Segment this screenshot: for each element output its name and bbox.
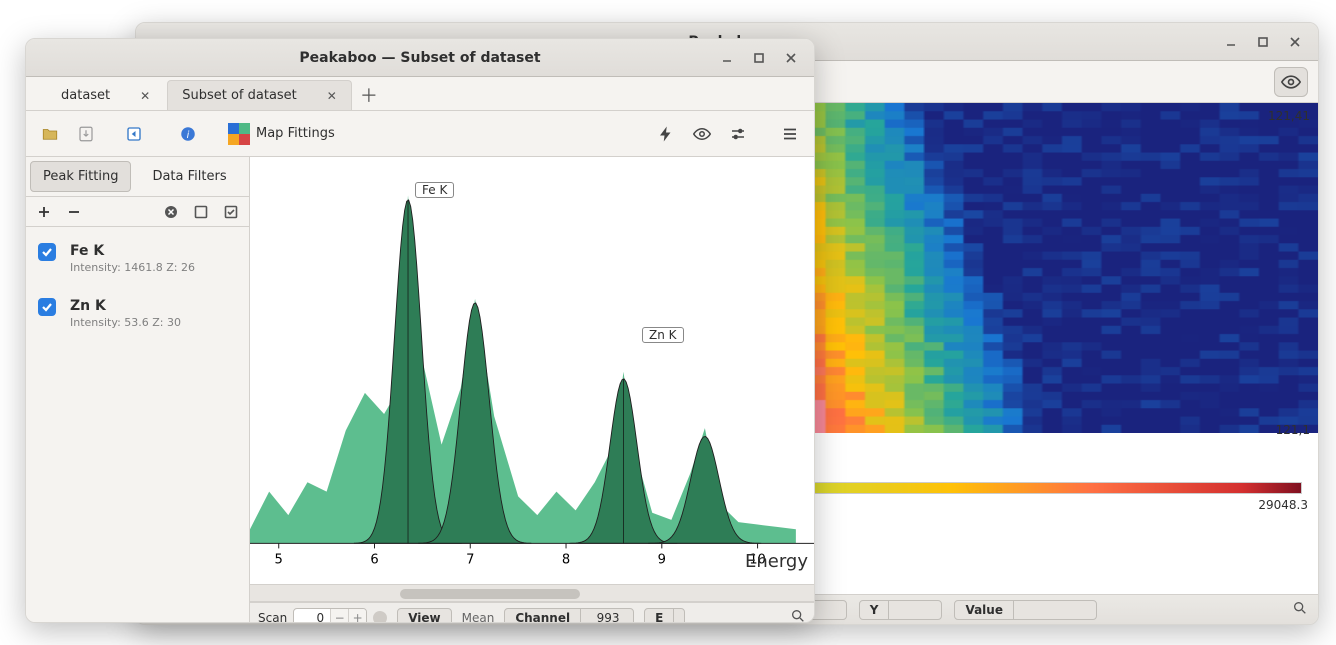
- svg-text:7: 7: [466, 553, 474, 568]
- info-button[interactable]: i: [174, 120, 202, 148]
- search-icon[interactable]: [1292, 600, 1308, 620]
- element-name: Fe K: [70, 243, 195, 259]
- peak-label-fe: Fe K: [415, 182, 454, 198]
- element-meta: Intensity: 53.6 Z: 30: [70, 316, 181, 329]
- eye-icon[interactable]: [688, 120, 716, 148]
- close-icon[interactable]: ✕: [327, 89, 337, 103]
- horizontal-scrollbar[interactable]: [250, 584, 814, 602]
- view-mode-pill[interactable]: View: [397, 608, 451, 623]
- close-button[interactable]: [1286, 33, 1304, 51]
- maximize-button[interactable]: [1254, 33, 1272, 51]
- status-value: Value: [954, 600, 1097, 620]
- x-axis-label: Energy: [745, 551, 808, 572]
- add-tab-button[interactable]: ＋: [354, 80, 384, 110]
- sidebar: Peak Fitting Data Filters Fe K Intensity: [26, 157, 250, 622]
- add-element-button[interactable]: [36, 204, 52, 220]
- element-meta: Intensity: 1461.8 Z: 26: [70, 261, 195, 274]
- scan-label: Scan: [258, 611, 287, 623]
- mean-label: Mean: [462, 611, 495, 623]
- element-item-fe[interactable]: Fe K Intensity: 1461.8 Z: 26: [36, 237, 239, 292]
- svg-text:6: 6: [370, 553, 378, 568]
- checkbox-checked-icon[interactable]: [38, 298, 56, 316]
- peak-label-zn: Zn K: [642, 327, 684, 343]
- channel-pill: Channel 993: [504, 608, 634, 623]
- subset-window: Peakaboo — Subset of dataset dataset ✕ S…: [25, 38, 815, 623]
- tab-bar: dataset ✕ Subset of dataset ✕ ＋: [26, 77, 814, 111]
- svg-text:8: 8: [562, 553, 570, 568]
- tab-peak-fitting[interactable]: Peak Fitting: [30, 161, 131, 192]
- close-button[interactable]: [782, 49, 800, 67]
- svg-text:i: i: [187, 129, 190, 140]
- element-list: Fe K Intensity: 1461.8 Z: 26 Zn K Intens…: [26, 227, 249, 357]
- status-dot-icon: [373, 611, 387, 623]
- element-name: Zn K: [70, 298, 181, 314]
- save-button[interactable]: [72, 120, 100, 148]
- front-titlebar[interactable]: Peakaboo — Subset of dataset: [26, 39, 814, 77]
- colorbar-max: 29048.3: [1258, 498, 1308, 512]
- status-y: Y: [859, 600, 943, 620]
- minimize-button[interactable]: [1222, 33, 1240, 51]
- close-icon[interactable]: ✕: [140, 89, 150, 103]
- main-toolbar: i Map Fittings: [26, 111, 814, 157]
- uncheck-all-icon[interactable]: [193, 204, 209, 220]
- minimize-button[interactable]: [718, 49, 736, 67]
- clear-icon[interactable]: [163, 204, 179, 220]
- minus-icon[interactable]: −: [330, 608, 348, 623]
- open-file-button[interactable]: [36, 120, 64, 148]
- tab-data-filters[interactable]: Data Filters: [139, 161, 239, 192]
- energy-pill: E: [644, 608, 685, 623]
- maximize-button[interactable]: [750, 49, 768, 67]
- tab-subset[interactable]: Subset of dataset ✕: [167, 80, 352, 110]
- map-top-corner: 121,41: [1268, 109, 1310, 123]
- search-icon[interactable]: [790, 608, 806, 623]
- export-button[interactable]: [120, 120, 148, 148]
- scan-spinner[interactable]: 0 − +: [293, 608, 367, 623]
- svg-text:5: 5: [275, 553, 283, 568]
- map-bottom-corner: 121,1: [1276, 423, 1310, 437]
- front-status-bar: Scan 0 − + View Mean Channel 993: [250, 602, 814, 622]
- map-fittings-button[interactable]: Map Fittings: [228, 123, 335, 145]
- plus-icon[interactable]: +: [348, 608, 366, 623]
- sliders-icon[interactable]: [724, 120, 752, 148]
- svg-text:9: 9: [658, 553, 666, 568]
- scrollbar-thumb[interactable]: [400, 589, 580, 599]
- element-item-zn[interactable]: Zn K Intensity: 53.6 Z: 30: [36, 292, 239, 347]
- check-all-icon[interactable]: [223, 204, 239, 220]
- hamburger-menu-button[interactable]: [776, 120, 804, 148]
- spectrum-plot[interactable]: 5678910 Fe K Zn K Energy: [250, 157, 814, 584]
- tab-dataset[interactable]: dataset ✕: [46, 80, 165, 110]
- front-title: Peakaboo — Subset of dataset: [299, 50, 540, 66]
- checkbox-checked-icon[interactable]: [38, 243, 56, 261]
- remove-element-button[interactable]: [66, 204, 82, 220]
- view-toggle-button[interactable]: [1274, 67, 1308, 97]
- bolt-icon[interactable]: [652, 120, 680, 148]
